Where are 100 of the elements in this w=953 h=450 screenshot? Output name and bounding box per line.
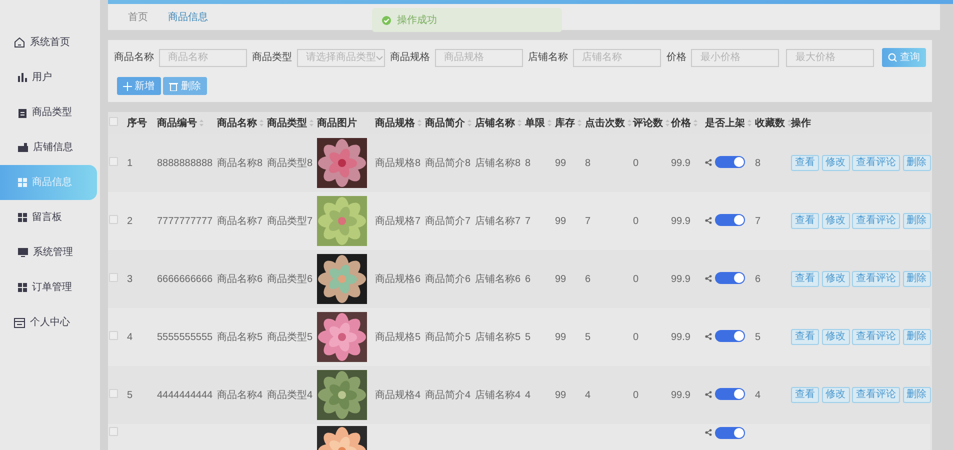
column-header[interactable]: 价格 (671, 116, 691, 130)
action-button[interactable]: 删除 (902, 329, 930, 345)
table-cell: 99 (555, 274, 566, 284)
sort-icon (547, 119, 552, 127)
action-button[interactable]: 删除 (902, 155, 930, 171)
action-button[interactable]: 删除 (902, 213, 930, 229)
table-cell: 7 (755, 216, 761, 226)
table-cell: 商品规格8 (375, 158, 421, 168)
share-icon (705, 158, 712, 166)
sidebar-item[interactable]: 系统管理 (0, 235, 97, 270)
table-cell: 4 (755, 390, 761, 400)
column-header[interactable]: 点击次数 (585, 116, 625, 130)
checkbox[interactable] (109, 388, 118, 398)
table-cell: 商品类型6 (267, 274, 313, 284)
breadcrumb-link[interactable]: 首页 (128, 10, 148, 24)
sidebar-item[interactable]: 商品信息 (0, 165, 97, 200)
action-button[interactable]: 查看 (791, 329, 819, 345)
action-button[interactable]: 修改 (822, 329, 850, 345)
column-header[interactable]: 商品规格 (375, 116, 415, 130)
field-label: 商品规格 (390, 50, 430, 65)
table-cell: 店铺名称8 (475, 158, 521, 168)
input-field[interactable]: 商品规格 (435, 48, 524, 66)
column-header[interactable]: 商品名称 (217, 116, 257, 130)
column-header[interactable]: 操作 (791, 116, 811, 130)
input-field[interactable]: 最小价格 (691, 48, 780, 66)
toggle-switch[interactable] (714, 426, 744, 438)
check-circle-icon (382, 16, 391, 24)
add-button[interactable]: 新增 (116, 77, 160, 95)
sort-icon (787, 119, 792, 127)
action-button[interactable]: 修改 (822, 271, 850, 287)
action-button[interactable]: 查看 (791, 387, 819, 403)
action-button[interactable]: 查看评论 (852, 155, 900, 171)
sidebar-item[interactable]: 订单管理 (0, 270, 97, 305)
grid-icon (18, 213, 27, 222)
column-header[interactable]: 商品简介 (425, 116, 465, 130)
column-header[interactable]: 序号 (127, 116, 147, 130)
column-header[interactable]: 商品编号 (157, 116, 197, 130)
column-header[interactable]: 单限 (525, 116, 545, 130)
trash-icon (169, 82, 178, 90)
sidebar-item[interactable]: 店铺信息 (0, 130, 97, 165)
sidebar-item[interactable]: 留言板 (0, 200, 97, 235)
table-cell: 6 (525, 274, 531, 284)
action-button[interactable]: 修改 (822, 213, 850, 229)
column-header[interactable]: 库存 (555, 116, 575, 130)
action-button[interactable]: 修改 (822, 387, 850, 403)
table-cell: 商品简介4 (425, 390, 471, 400)
action-button[interactable]: 查看 (791, 155, 819, 171)
action-button[interactable]: 查看评论 (852, 329, 900, 345)
toggle-switch[interactable] (714, 214, 744, 226)
table-cell: 3 (127, 274, 133, 284)
action-button[interactable]: 查看评论 (852, 387, 900, 403)
column-header[interactable]: 店铺名称 (475, 116, 515, 130)
input-field[interactable]: 商品名称 (159, 48, 248, 66)
action-button[interactable]: 删除 (902, 271, 930, 287)
toggle-switch[interactable] (714, 156, 744, 168)
table-cell: 99 (555, 390, 566, 400)
input-field[interactable]: 最大价格 (786, 48, 874, 66)
checkbox[interactable] (109, 116, 118, 126)
share-icon (705, 390, 712, 398)
action-button[interactable]: 查看评论 (852, 213, 900, 229)
table-cell: 99 (555, 158, 566, 168)
sidebar-item[interactable]: 用户 (0, 60, 97, 95)
column-header[interactable]: 收藏数 (755, 116, 785, 130)
checkbox[interactable] (109, 214, 118, 224)
plus-icon (122, 82, 132, 90)
column-header[interactable]: 评论数 (633, 116, 663, 130)
select-field[interactable]: 请选择商品类型 (297, 48, 386, 66)
table-cell: 5 (525, 332, 531, 342)
checkbox[interactable] (109, 330, 118, 340)
table-cell: 0 (633, 390, 639, 400)
action-button[interactable]: 查看 (791, 213, 819, 229)
table-cell: 商品简介8 (425, 158, 471, 168)
checkbox[interactable] (109, 156, 118, 166)
breadcrumb-link[interactable]: 商品信息 (168, 10, 208, 24)
table-cell: 4 (585, 390, 591, 400)
table-cell: 8 (755, 158, 761, 168)
toggle-switch[interactable] (714, 388, 744, 400)
column-header[interactable]: 是否上架 (705, 116, 745, 130)
checkbox[interactable] (109, 427, 118, 436)
action-button[interactable]: 删除 (902, 387, 930, 403)
checkbox[interactable] (109, 272, 118, 282)
table-cell: 99 (555, 332, 566, 342)
column-header[interactable]: 商品图片 (317, 116, 357, 130)
table-cell: 2 (127, 216, 133, 226)
action-button[interactable]: 查看评论 (852, 271, 900, 287)
action-button[interactable]: 查看 (791, 271, 819, 287)
table-cell: 7777777777 (157, 216, 213, 226)
table-cell: 0 (633, 274, 639, 284)
sort-icon (747, 119, 752, 127)
input-field[interactable]: 店铺名称 (573, 48, 662, 66)
action-button[interactable]: 修改 (822, 155, 850, 171)
delete-button[interactable]: 删除 (163, 77, 207, 95)
sidebar-item[interactable]: 系统首页 (0, 25, 97, 60)
sidebar-item[interactable]: 个人中心 (0, 305, 97, 340)
share-icon (705, 332, 712, 340)
search-button[interactable]: 查询 (882, 48, 926, 67)
toggle-switch[interactable] (714, 330, 744, 342)
sidebar-item[interactable]: 商品类型 (0, 95, 97, 130)
column-header[interactable]: 商品类型 (267, 116, 307, 130)
toggle-switch[interactable] (714, 272, 744, 284)
